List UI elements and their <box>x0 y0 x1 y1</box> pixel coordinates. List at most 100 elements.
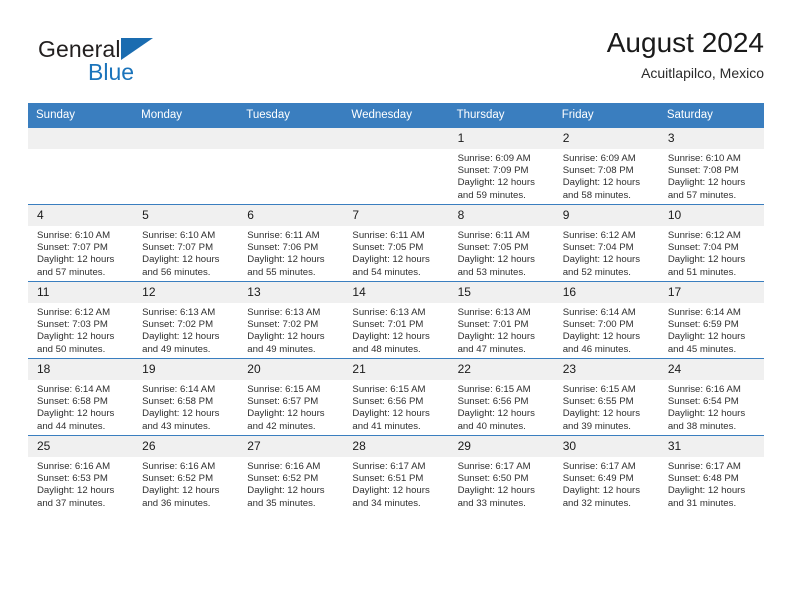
daylight-text-line2: and 31 minutes. <box>667 497 737 509</box>
day-number <box>28 128 134 149</box>
calendar-day-cell-empty <box>28 127 134 205</box>
daylight-text-line2: and 34 minutes. <box>352 497 421 509</box>
day-number: 28 <box>343 436 449 457</box>
calendar-day-cell[interactable]: 8 Sunrise: 6:11 AM Sunset: 7:05 PM Daylight… <box>448 204 554 282</box>
calendar-day-cell[interactable]: 11 Sunrise: 6:12 AM Sunset: 7:03 PM Dayligh… <box>28 281 134 359</box>
daylight-text-line1: Daylight: 12 hours <box>142 331 220 343</box>
calendar-day-cell[interactable]: 17 Sunrise: 6:14 AM Sunset: 6:59 PM Dayligh… <box>658 281 764 359</box>
day-details: Sunrise: 6:13 AM Sunset: 7:01 PM Daylight:… <box>449 303 554 356</box>
calendar-day-cell-empty <box>343 127 449 205</box>
calendar-day-cell[interactable]: 19 Sunrise: 6:14 AM Sunset: 6:58 PM Dayligh… <box>133 358 239 436</box>
calendar-day-cell[interactable]: 15 Sunrise: 6:13 AM Sunset: 7:01 PM Dayligh… <box>448 281 554 359</box>
calendar-day-cell[interactable]: 21 Sunrise: 6:15 AM Sunset: 6:56 PM Dayligh… <box>343 358 449 436</box>
daylight-text-line2: and 36 minutes. <box>142 497 211 509</box>
calendar-day-cell[interactable]: 29 Sunrise: 6:17 AM Sunset: 6:50 PM Dayligh… <box>448 435 554 512</box>
daylight-text-line2: and 49 minutes. <box>142 343 211 355</box>
sunrise-text: Sunrise: 6:13 AM <box>457 307 531 318</box>
day-number: 26 <box>133 436 239 457</box>
title-block: August 2024 Acuitlapilco, Mexico <box>607 26 764 83</box>
daylight-text-line1: Daylight: 12 hours <box>37 485 115 497</box>
calendar-day-cell[interactable]: 10 Sunrise: 6:12 AM Sunset: 7:04 PM Dayligh… <box>658 204 764 282</box>
day-details: Sunrise: 6:12 AM Sunset: 7:04 PM Daylight:… <box>554 226 659 279</box>
calendar-header-row: Sunday Monday Tuesday Wednesday Thursday… <box>28 103 764 128</box>
daylight-text-line1: Daylight: 12 hours <box>142 254 220 266</box>
weekday-header-monday: Monday <box>133 103 239 128</box>
daylight-text-line2: and 35 minutes. <box>247 497 316 509</box>
daylight-text-line1: Daylight: 12 hours <box>667 331 746 343</box>
sunrise-text: Sunrise: 6:12 AM <box>667 230 741 241</box>
calendar-day-cell[interactable]: 1 Sunrise: 6:09 AM Sunset: 7:09 PM Daylight… <box>448 127 554 205</box>
calendar-day-cell[interactable]: 30 Sunrise: 6:17 AM Sunset: 6:49 PM Dayligh… <box>553 435 659 512</box>
calendar-day-cell[interactable]: 24 Sunrise: 6:16 AM Sunset: 6:54 PM Dayligh… <box>658 358 764 436</box>
day-details: Sunrise: 6:10 AM Sunset: 7:07 PM Daylight:… <box>133 226 238 279</box>
calendar-day-cell[interactable]: 16 Sunrise: 6:14 AM Sunset: 7:00 PM Dayligh… <box>553 281 659 359</box>
location-subtitle: Acuitlapilco, Mexico <box>641 65 764 81</box>
daylight-text-line1: Daylight: 12 hours <box>667 408 746 420</box>
daylight-text-line2: and 49 minutes. <box>247 343 316 355</box>
daylight-text-line2: and 56 minutes. <box>142 266 211 278</box>
calendar-day-cell[interactable]: 20 Sunrise: 6:15 AM Sunset: 6:57 PM Dayligh… <box>238 358 344 436</box>
sunset-text: Sunset: 6:57 PM <box>247 396 319 408</box>
day-number: 5 <box>133 205 239 226</box>
day-number: 29 <box>448 436 554 457</box>
calendar-day-cell[interactable]: 9 Sunrise: 6:12 AM Sunset: 7:04 PM Daylight… <box>553 204 659 282</box>
calendar-week-row: 25 Sunrise: 6:16 AM Sunset: 6:53 PM Dayligh… <box>28 435 764 512</box>
daylight-text-line1: Daylight: 12 hours <box>562 408 641 420</box>
calendar-day-cell[interactable]: 14 Sunrise: 6:13 AM Sunset: 7:01 PM Dayligh… <box>343 281 449 359</box>
sunset-text: Sunset: 6:52 PM <box>142 473 214 485</box>
sunrise-text: Sunrise: 6:16 AM <box>37 461 111 472</box>
sunrise-text: Sunrise: 6:14 AM <box>562 307 636 318</box>
sunrise-text: Sunrise: 6:13 AM <box>142 307 216 318</box>
sunset-text: Sunset: 6:56 PM <box>352 396 424 408</box>
sunrise-text: Sunrise: 6:11 AM <box>352 230 425 241</box>
sunrise-text: Sunrise: 6:12 AM <box>562 230 636 241</box>
day-number: 14 <box>343 282 449 303</box>
calendar-day-cell[interactable]: 26 Sunrise: 6:16 AM Sunset: 6:52 PM Dayligh… <box>133 435 239 512</box>
day-details: Sunrise: 6:09 AM Sunset: 7:08 PM Daylight:… <box>554 149 659 202</box>
day-number: 10 <box>658 205 764 226</box>
calendar-week-row: 4 Sunrise: 6:10 AM Sunset: 7:07 PM Daylight… <box>28 204 764 282</box>
calendar-day-cell[interactable]: 5 Sunrise: 6:10 AM Sunset: 7:07 PM Daylight… <box>133 204 239 282</box>
day-details: Sunrise: 6:09 AM Sunset: 7:09 PM Daylight:… <box>449 149 554 202</box>
sunrise-text: Sunrise: 6:10 AM <box>37 230 111 241</box>
calendar-day-cell[interactable]: 28 Sunrise: 6:17 AM Sunset: 6:51 PM Dayligh… <box>343 435 449 512</box>
weekday-header-thursday: Thursday <box>448 103 554 128</box>
calendar-day-cell[interactable]: 2 Sunrise: 6:09 AM Sunset: 7:08 PM Daylight… <box>553 127 659 205</box>
day-number: 18 <box>28 359 134 380</box>
calendar-day-cell[interactable]: 13 Sunrise: 6:13 AM Sunset: 7:02 PM Dayligh… <box>238 281 344 359</box>
calendar-day-cell[interactable]: 23 Sunrise: 6:15 AM Sunset: 6:55 PM Dayligh… <box>553 358 659 436</box>
daylight-text-line1: Daylight: 12 hours <box>457 254 535 266</box>
daylight-text-line2: and 51 minutes. <box>667 266 737 278</box>
calendar-week-row: 11 Sunrise: 6:12 AM Sunset: 7:03 PM Dayligh… <box>28 281 764 359</box>
sunrise-text: Sunrise: 6:15 AM <box>352 384 426 395</box>
calendar-day-cell[interactable]: 31 Sunrise: 6:17 AM Sunset: 6:48 PM Dayligh… <box>658 435 764 512</box>
calendar-grid: Sunday Monday Tuesday Wednesday Thursday… <box>28 103 764 512</box>
sunrise-text: Sunrise: 6:10 AM <box>142 230 216 241</box>
calendar-day-cell[interactable]: 6 Sunrise: 6:11 AM Sunset: 7:06 PM Daylight… <box>238 204 344 282</box>
sunrise-text: Sunrise: 6:15 AM <box>457 384 531 395</box>
calendar-day-cell[interactable]: 27 Sunrise: 6:16 AM Sunset: 6:52 PM Dayligh… <box>238 435 344 512</box>
day-number <box>343 128 449 149</box>
day-details: Sunrise: 6:16 AM Sunset: 6:53 PM Daylight:… <box>28 457 133 510</box>
calendar-week-row: 1 Sunrise: 6:09 AM Sunset: 7:09 PM Daylight… <box>28 127 764 205</box>
calendar-day-cell[interactable]: 22 Sunrise: 6:15 AM Sunset: 6:56 PM Dayligh… <box>448 358 554 436</box>
daylight-text-line2: and 38 minutes. <box>667 420 737 432</box>
brand-logo[interactable]: General Blue <box>28 32 268 90</box>
day-number: 1 <box>448 128 554 149</box>
day-details: Sunrise: 6:11 AM Sunset: 7:06 PM Daylight:… <box>238 226 343 279</box>
daylight-text-line1: Daylight: 12 hours <box>562 177 641 189</box>
calendar-day-cell[interactable]: 7 Sunrise: 6:11 AM Sunset: 7:05 PM Daylight… <box>343 204 449 282</box>
day-details: Sunrise: 6:11 AM Sunset: 7:05 PM Daylight:… <box>449 226 554 279</box>
sunset-text: Sunset: 7:02 PM <box>247 319 319 331</box>
sunset-text: Sunset: 6:58 PM <box>37 396 108 408</box>
calendar-day-cell[interactable]: 4 Sunrise: 6:10 AM Sunset: 7:07 PM Daylight… <box>28 204 134 282</box>
calendar-day-cell[interactable]: 18 Sunrise: 6:14 AM Sunset: 6:58 PM Dayligh… <box>28 358 134 436</box>
daylight-text-line1: Daylight: 12 hours <box>457 408 535 420</box>
page-header: General Blue August 2024 Acuitlapilco, M… <box>28 26 764 98</box>
calendar-day-cell[interactable]: 12 Sunrise: 6:13 AM Sunset: 7:02 PM Dayligh… <box>133 281 239 359</box>
day-number <box>238 128 344 149</box>
calendar-day-cell[interactable]: 3 Sunrise: 6:10 AM Sunset: 7:08 PM Daylight… <box>658 127 764 205</box>
calendar-day-cell[interactable]: 25 Sunrise: 6:16 AM Sunset: 6:53 PM Dayligh… <box>28 435 134 512</box>
page-title: August 2024 <box>606 27 764 58</box>
day-number: 23 <box>553 359 659 380</box>
